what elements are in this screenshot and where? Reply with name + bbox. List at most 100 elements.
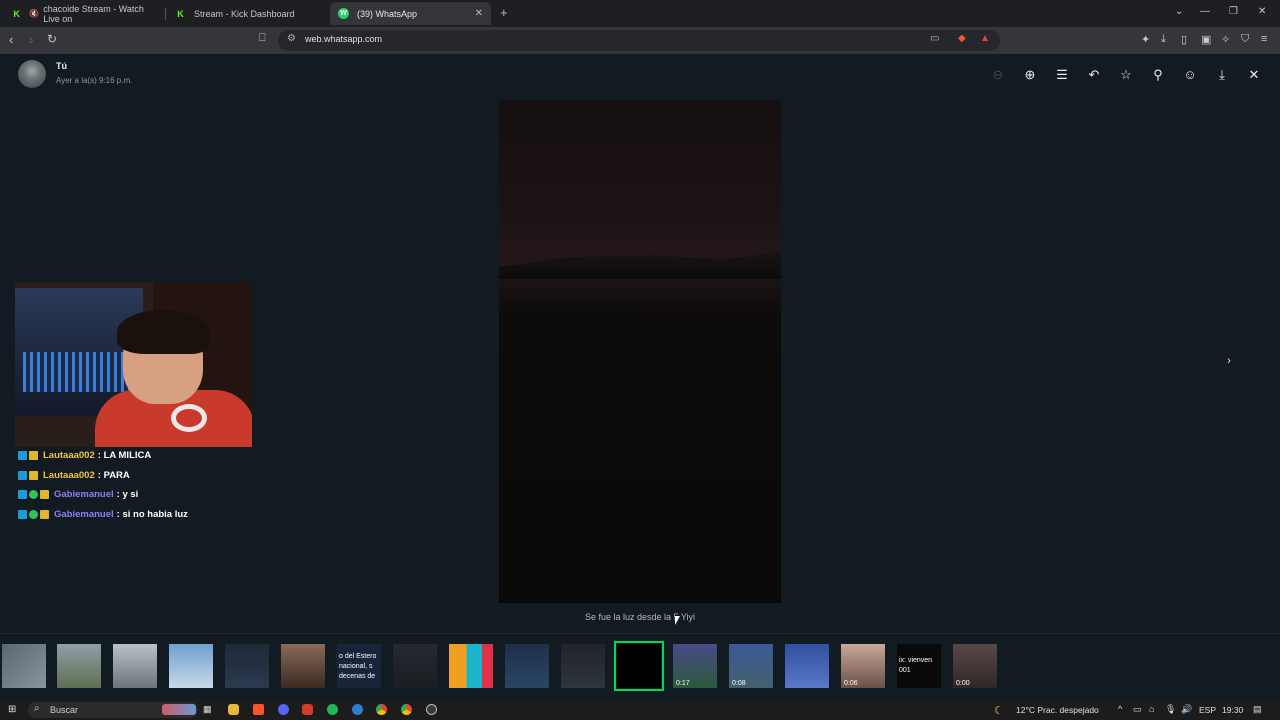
tray-chevron-icon[interactable]: ^ <box>1118 704 1122 714</box>
extensions-icon[interactable]: ✦ <box>1141 33 1150 46</box>
subscriber-badge-icon <box>40 490 49 500</box>
leo-ai-icon[interactable]: ✧ <box>1221 33 1230 46</box>
task-view-icon[interactable]: ▦ <box>203 704 212 715</box>
media-thumbnail[interactable] <box>505 644 549 688</box>
media-thumbnail-video[interactable]: 0:06 <box>841 644 885 688</box>
address-field[interactable]: ⚙ web.whatsapp.com ▭ ◆ ▲ <box>278 30 1000 51</box>
discord-icon[interactable] <box>278 704 289 715</box>
webcam-overlay <box>15 282 252 447</box>
cast-icon[interactable]: ▭ <box>930 33 939 44</box>
media-thumbnail[interactable] <box>225 644 269 688</box>
tab-kick-dashboard[interactable]: K Stream - Kick Dashboard <box>167 2 327 25</box>
mouse-cursor <box>675 616 680 625</box>
react-emoji-icon[interactable]: ☺ <box>1183 67 1197 82</box>
vpn-icon[interactable]: ⛉ <box>1241 33 1249 46</box>
media-video[interactable] <box>499 100 781 603</box>
notifications-icon[interactable]: ▤ <box>1253 704 1262 715</box>
whatsapp-icon: W <box>338 8 349 19</box>
media-thumbnail-video[interactable]: 0:17 <box>673 644 717 688</box>
reply-icon[interactable]: ↶ <box>1087 67 1101 83</box>
media-thumbnail[interactable] <box>2 644 46 688</box>
capcut-icon[interactable] <box>352 704 363 715</box>
media-viewer: Tú Ayer a la(s) 9:16 p.m. ⊖ ⊕ ☰ ↶ ☆ ⚲ ☺ … <box>0 54 1280 700</box>
chrome-icon[interactable] <box>376 704 387 715</box>
chat-line: Gabiemanuel : si no habia luz <box>18 505 188 525</box>
download-icon[interactable]: ⤓ <box>1215 67 1229 83</box>
media-thumbnail[interactable] <box>113 644 157 688</box>
sidebar-icon[interactable]: ▯ <box>1181 33 1187 46</box>
thumbnail-text: o del Estero nacional, s decenas de <box>339 653 377 680</box>
media-thumbnail[interactable] <box>561 644 605 688</box>
downloads-icon[interactable]: ⤓ <box>1161 33 1166 46</box>
spotify-icon[interactable] <box>327 704 338 715</box>
chat-message: : y si <box>116 489 139 501</box>
sent-time: Ayer a la(s) 9:16 p.m. <box>56 76 133 85</box>
media-thumbnail[interactable] <box>449 644 493 688</box>
video-duration: 0:00 <box>956 680 970 687</box>
pin-icon[interactable]: ⚲ <box>1151 67 1165 83</box>
obs-icon[interactable] <box>426 704 437 715</box>
search-highlight-image[interactable] <box>162 704 196 715</box>
media-thumbnail[interactable]: o del Estero nacional, s decenas de <box>337 644 381 688</box>
search-label: Buscar <box>50 705 79 715</box>
restore-button[interactable]: ❐ <box>1229 6 1238 17</box>
tab-list-chevron-icon[interactable]: ⌄ <box>1175 6 1183 17</box>
media-thumbnail-selected[interactable] <box>614 641 664 691</box>
tab-label: (39) WhatsApp <box>357 8 418 19</box>
forward-button[interactable]: › <box>29 32 33 47</box>
close-icon[interactable]: ✕ <box>1247 67 1261 83</box>
app-icon[interactable] <box>302 704 313 715</box>
network-icon[interactable]: ⌂ <box>1149 704 1154 714</box>
close-tab-icon[interactable]: ✕ <box>475 8 483 19</box>
reload-button[interactable]: ↻ <box>47 32 57 46</box>
zoom-in-icon[interactable]: ⊕ <box>1023 67 1037 83</box>
new-tab-button[interactable]: + <box>500 5 508 20</box>
bookmark-icon[interactable]: ⎕ <box>259 32 266 45</box>
chrome-profile-icon[interactable] <box>401 704 412 715</box>
video-duration: 0:08 <box>732 680 746 687</box>
webcam-person-hair <box>117 310 209 354</box>
media-thumbnail[interactable]: ix: vienven 001 <box>897 644 941 688</box>
menu-icon[interactable]: ≡ <box>1261 33 1267 45</box>
chat-username: Lautaaa002 <box>43 450 95 462</box>
vip-badge-icon <box>29 509 38 519</box>
media-thumbnail[interactable] <box>785 644 829 688</box>
kick-icon: K <box>13 8 20 19</box>
close-window-button[interactable]: ✕ <box>1258 6 1266 17</box>
media-thumbnail[interactable] <box>57 644 101 688</box>
brave-shield-icon[interactable]: ◆ <box>958 33 966 44</box>
tab-kick-stream[interactable]: K 🔇 chacoide Stream - Watch Live on <box>4 2 162 25</box>
file-explorer-icon[interactable] <box>228 704 239 715</box>
back-button[interactable]: ‹ <box>9 32 13 47</box>
tab-whatsapp[interactable]: W (39) WhatsApp ✕ <box>330 2 491 25</box>
site-info-icon[interactable]: ⚙ <box>287 33 296 44</box>
wallet-icon[interactable]: ▣ <box>1201 33 1211 46</box>
verified-badge-icon <box>18 509 27 519</box>
brave-browser-icon[interactable] <box>253 704 264 715</box>
media-thumbnail[interactable] <box>393 644 437 688</box>
microphone-icon[interactable]: 🎙 <box>1165 704 1176 715</box>
browser-tab-bar: K 🔇 chacoide Stream - Watch Live on K St… <box>0 0 1280 27</box>
media-thumbnail[interactable] <box>169 644 213 688</box>
clock[interactable]: 19:30 <box>1222 705 1243 715</box>
video-duration: 0:17 <box>676 680 690 687</box>
language-indicator[interactable]: ESP <box>1199 705 1216 715</box>
next-media-button[interactable]: › <box>1219 352 1239 372</box>
chat-line: Gabiemanuel : y si <box>18 485 188 505</box>
vip-badge-icon <box>29 490 38 500</box>
display-icon[interactable]: ▭ <box>1133 704 1142 715</box>
kick-icon: K <box>177 8 184 19</box>
minimize-button[interactable]: — <box>1200 6 1210 17</box>
media-thumbnail[interactable] <box>281 644 325 688</box>
weather-text[interactable]: 12°C Prac. despejado <box>1016 705 1099 715</box>
star-icon[interactable]: ☆ <box>1119 67 1133 83</box>
avatar[interactable] <box>18 60 46 88</box>
windows-start-icon[interactable]: ⊞ <box>8 704 16 715</box>
volume-icon[interactable]: 🔊 <box>1181 704 1192 715</box>
chat-message: : PARA <box>97 469 130 481</box>
media-thumbnail-video[interactable]: 0:08 <box>729 644 773 688</box>
media-thumbnail-video[interactable]: 0:00 <box>953 644 997 688</box>
brave-rewards-icon[interactable]: ▲ <box>980 33 990 44</box>
go-to-message-icon[interactable]: ☰ <box>1055 67 1069 83</box>
chat-username: Lautaaa002 <box>43 469 95 481</box>
